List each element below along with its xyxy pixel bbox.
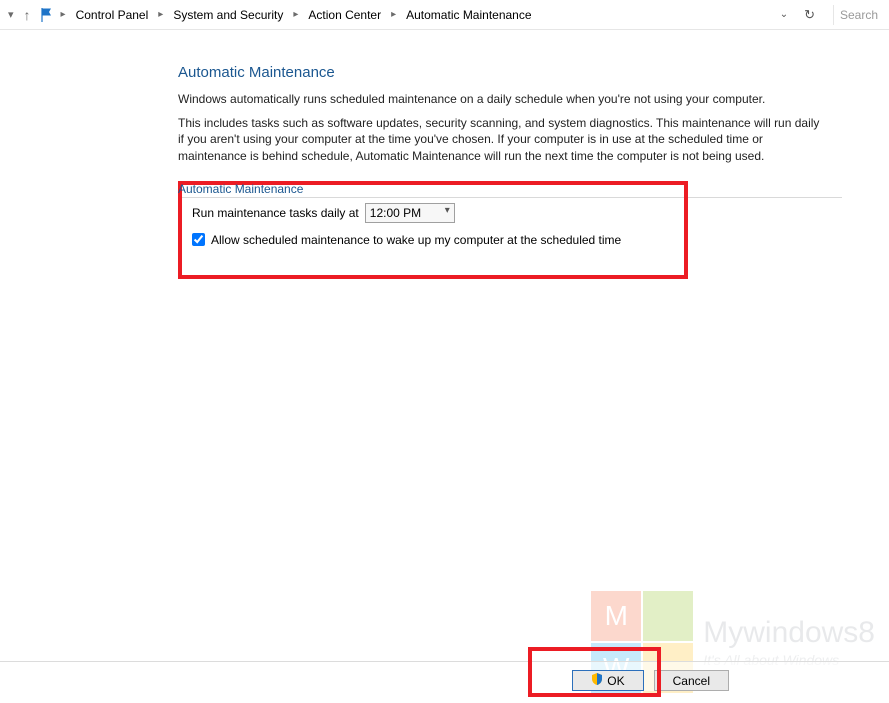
run-time-select[interactable]: 12:00 PM: [365, 203, 455, 223]
allow-wake-label: Allow scheduled maintenance to wake up m…: [211, 233, 621, 247]
page-title: Automatic Maintenance: [178, 64, 828, 81]
crumb-action-center[interactable]: Action Center: [304, 8, 385, 22]
intro-paragraph-1: Windows automatically runs scheduled mai…: [178, 91, 828, 107]
crumb-control-panel[interactable]: Control Panel: [72, 8, 153, 22]
ok-button[interactable]: OK: [572, 670, 643, 691]
shield-icon: [591, 673, 603, 688]
chevron-right-icon: ▸: [59, 9, 68, 20]
chevron-right-icon: ▸: [389, 9, 398, 20]
nav-history-icon[interactable]: ▾: [6, 8, 16, 21]
breadcrumb-bar: ▾ ↑ ▸ Control Panel ▸ System and Securit…: [0, 0, 889, 30]
up-arrow-icon[interactable]: ↑: [20, 7, 35, 23]
search-input[interactable]: Search: [833, 5, 883, 25]
flag-icon[interactable]: [39, 7, 55, 23]
watermark-brand: Mywindows8: [703, 616, 875, 650]
location-dropdown-icon[interactable]: ⌄: [774, 9, 794, 20]
allow-wake-row: Allow scheduled maintenance to wake up m…: [192, 233, 674, 247]
cancel-button-label: Cancel: [673, 674, 710, 688]
crumb-system-security[interactable]: System and Security: [169, 8, 287, 22]
chevron-right-icon: ▸: [291, 9, 300, 20]
chevron-right-icon: ▸: [156, 9, 165, 20]
ok-button-label: OK: [607, 674, 624, 688]
crumb-automatic-maintenance[interactable]: Automatic Maintenance: [402, 8, 535, 22]
refresh-icon[interactable]: ↻: [798, 7, 821, 23]
run-time-label: Run maintenance tasks daily at: [192, 206, 359, 220]
cancel-button[interactable]: Cancel: [654, 670, 729, 691]
main-content: Automatic Maintenance Windows automatica…: [0, 30, 848, 279]
allow-wake-checkbox[interactable]: [192, 233, 205, 246]
bottom-bar: OK Cancel: [0, 661, 889, 691]
run-time-row: Run maintenance tasks daily at 12:00 PM: [192, 203, 674, 223]
intro-paragraph-2: This includes tasks such as software upd…: [178, 115, 828, 164]
